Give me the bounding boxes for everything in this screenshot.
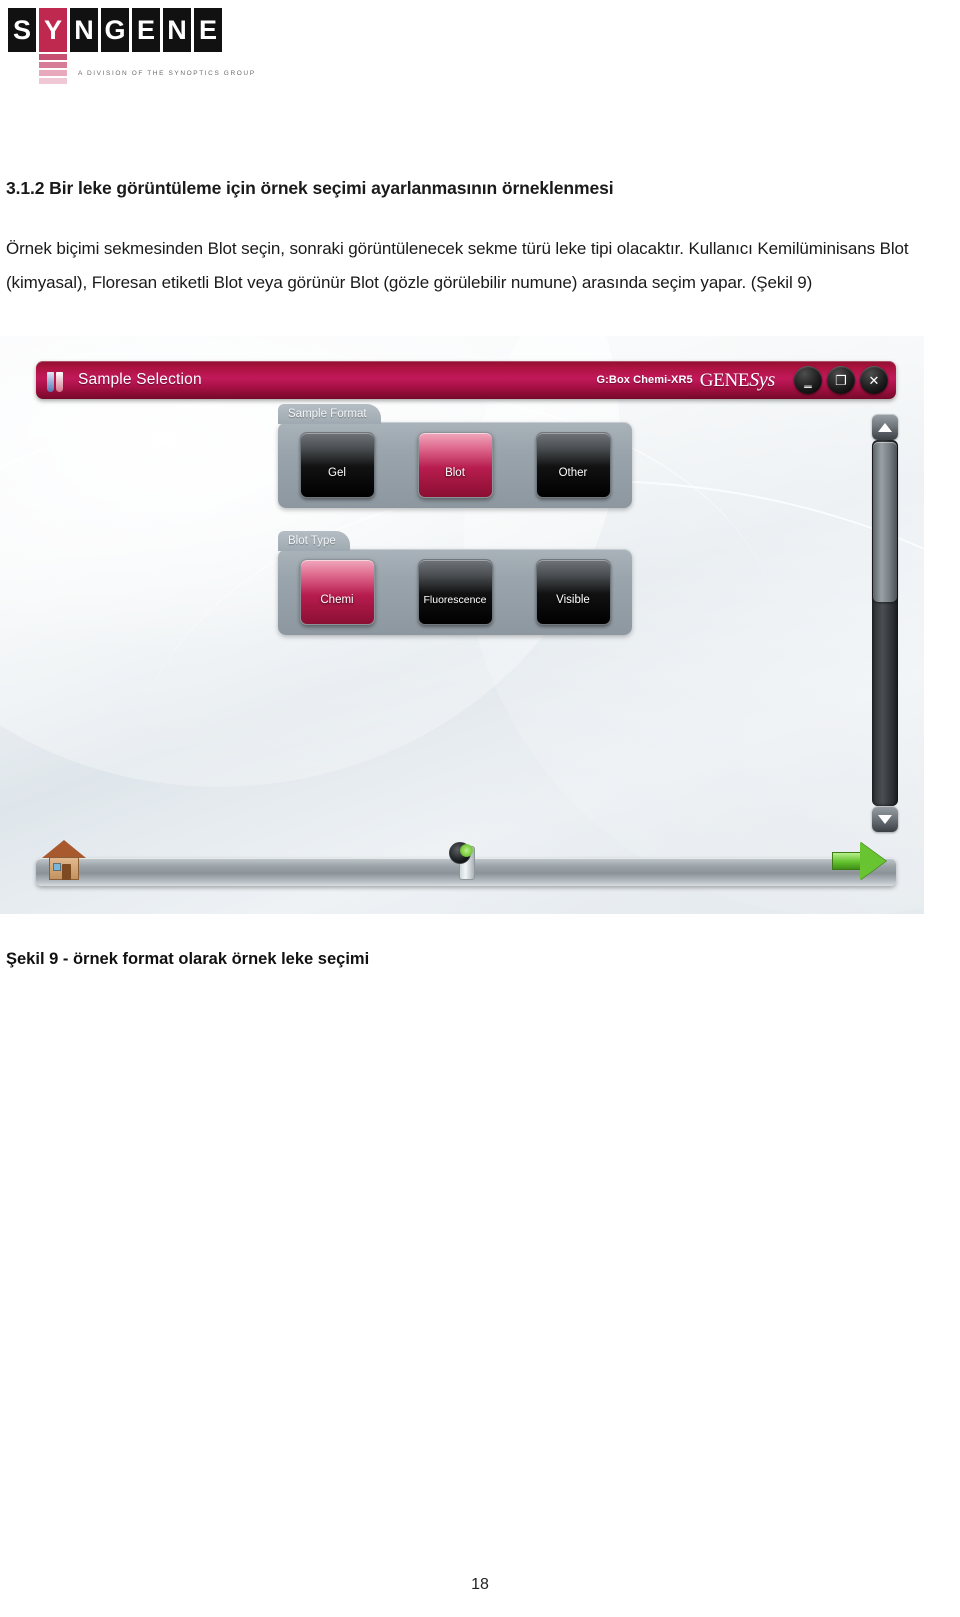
logo-letter: G — [101, 8, 129, 52]
logo-letter: Y — [39, 8, 67, 52]
blot-type-chemi-button[interactable]: Chemi — [299, 559, 375, 625]
logo-letter: E — [194, 8, 222, 52]
logo-letter: E — [132, 8, 160, 52]
blot-type-visible-button[interactable]: Visible — [535, 559, 611, 625]
restore-button[interactable]: ❐ — [827, 366, 855, 394]
next-arrow-icon[interactable] — [832, 842, 888, 880]
scrollbar-thumb[interactable] — [873, 442, 897, 602]
sample-format-gel-button[interactable]: Gel — [299, 432, 375, 498]
brand-primary: GENE — [699, 369, 750, 391]
minimize-button[interactable]: ‗ — [794, 366, 822, 394]
window-title-bar: Sample Selection G:Box Chemi-XR5 GENESys… — [36, 361, 896, 399]
blot-type-fluorescence-button[interactable]: Fluorescence — [417, 559, 493, 625]
blot-type-button-row: Chemi Fluorescence Visible — [278, 549, 632, 635]
sample-format-panel: Sample Format Gel Blot Other — [278, 404, 632, 508]
sample-format-blot-button[interactable]: Blot — [417, 432, 493, 498]
scrollbar-track[interactable] — [872, 440, 898, 806]
vertical-scrollbar[interactable] — [872, 414, 898, 832]
brand-secondary: Sys — [749, 368, 775, 391]
logo-letter: S — [8, 8, 36, 52]
scroll-up-arrow-icon[interactable] — [872, 414, 898, 440]
window-title: Sample Selection — [78, 371, 202, 388]
logo-gradient-bars — [39, 54, 67, 86]
syngene-logo: S Y N G E N E A DIVISION OF THE SYNOPTIC… — [8, 8, 254, 86]
sample-format-button-row: Gel Blot Other — [278, 422, 632, 508]
sample-format-tab-label: Sample Format — [278, 404, 381, 424]
scroll-down-arrow-icon[interactable] — [872, 806, 898, 832]
blot-type-tab-label: Blot Type — [278, 531, 350, 551]
device-model-label: G:Box Chemi-XR5 — [596, 374, 693, 386]
titlebar-right-cluster: G:Box Chemi-XR5 GENESys ‗ ❐ ✕ — [597, 366, 888, 394]
logo-letter: N — [70, 8, 98, 52]
blot-type-panel: Blot Type Chemi Fluorescence Visible — [278, 531, 632, 635]
figure-caption: Şekil 9 - örnek format olarak örnek leke… — [6, 950, 370, 968]
genesys-brand-logo: GENESys — [699, 368, 776, 392]
body-paragraph: Örnek biçimi sekmesinden Blot seçin, son… — [6, 239, 909, 292]
close-button[interactable]: ✕ — [860, 366, 888, 394]
camera-icon[interactable] — [449, 836, 481, 880]
home-icon[interactable] — [42, 840, 86, 880]
page-number: 18 — [471, 1576, 489, 1593]
sample-format-other-button[interactable]: Other — [535, 432, 611, 498]
sample-selection-window: Sample Selection G:Box Chemi-XR5 GENESys… — [0, 336, 924, 914]
logo-tagline: A DIVISION OF THE SYNOPTICS GROUP — [78, 70, 256, 77]
logo-letter: N — [163, 8, 191, 52]
test-tubes-icon — [46, 368, 68, 392]
section-heading: 3.1.2 Bir leke görüntüleme için örnek se… — [6, 178, 614, 198]
logo-letters: S Y N G E N E — [8, 8, 238, 52]
